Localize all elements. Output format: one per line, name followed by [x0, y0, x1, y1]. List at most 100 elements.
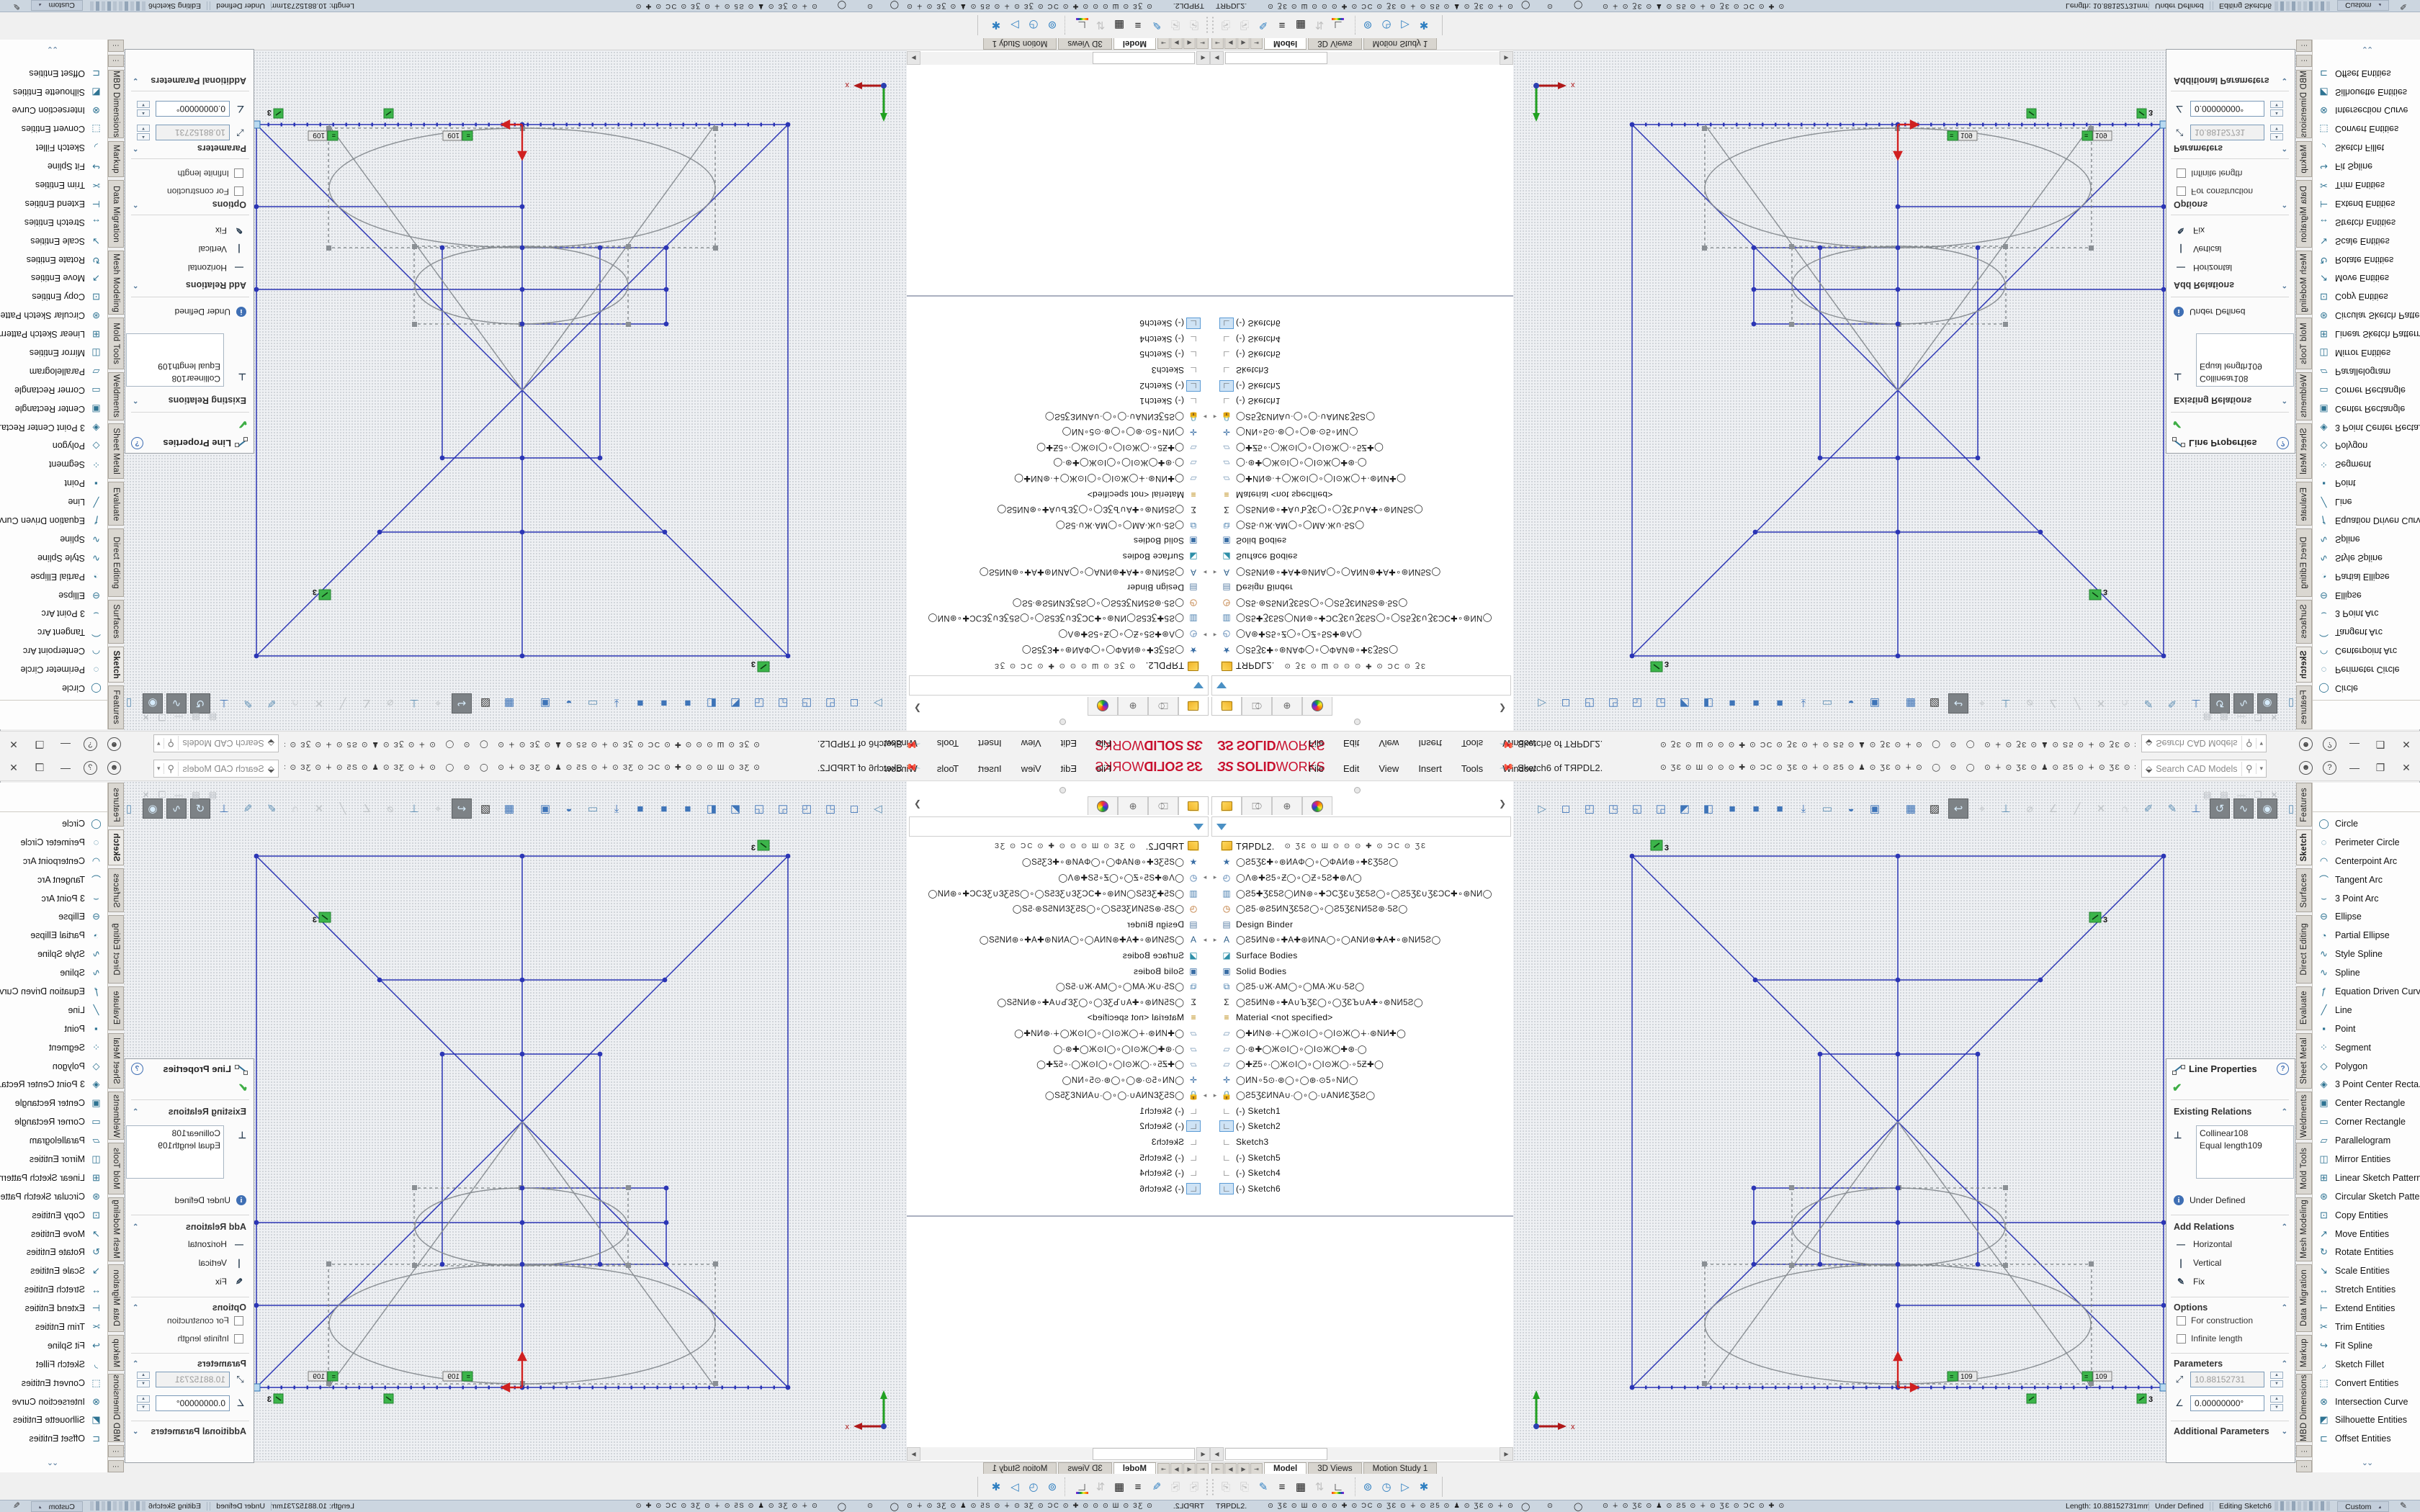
tree-item[interactable]: ✛◯ИΝ∘5⊙∙⊛◯∘◯⊛∙⊙5∘ΝИ◯ [1210, 1072, 1513, 1088]
view-toolbar-icon[interactable]: ▦ [1901, 798, 1921, 819]
spinner-up-icon[interactable]: ▲ [2270, 109, 2283, 117]
parameter-value-field[interactable]: 10.88152731 [156, 1372, 230, 1387]
view-toolbar-icon[interactable]: ◧ [702, 798, 722, 819]
tree-item[interactable]: ∟(-) Sketch1 [1210, 1103, 1513, 1119]
collapse-chevron-icon[interactable]: ⌃ [2282, 200, 2287, 208]
tool-item-segment[interactable]: ⁘Segment [2313, 455, 2420, 474]
command-tab--[interactable]: ⋮ [108, 40, 124, 52]
spinner-up-icon[interactable]: ▲ [2270, 1372, 2283, 1379]
tree-item[interactable]: ▱◯✚Ƶ5∘∙◯Ж⊙Ι◯∘◯Ι⊙Ж◯∙∘5Ƶ✚◯ [907, 440, 1210, 456]
search-dropdown-icon[interactable]: ▾ [154, 763, 164, 774]
tool-item-perimeter-circle[interactable]: ◌Perimeter Circle [0, 660, 107, 679]
sketch-ellipse-small[interactable] [1792, 1188, 2005, 1266]
child-minimize-icon[interactable]: — [2237, 712, 2246, 722]
tree-item[interactable]: ∟(-) Sketch1 [1210, 393, 1513, 409]
tree-item[interactable]: ▤Design Binder [907, 917, 1210, 932]
tool-item-perimeter-circle[interactable]: ◌Perimeter Circle [0, 833, 107, 852]
scroll-right-icon[interactable]: ▶ [907, 1447, 920, 1461]
doc-tab-motion-study-1[interactable]: Motion Study 1 [983, 1462, 1057, 1475]
tree-item[interactable]: ◷◯Ƨ5∙⊛Ƨ5ИΝƷƐ5Ƨ◯∘◯Ƨ5ƷƐΝИ5Ƨ⊛∙5Ƨ◯ [907, 595, 1210, 611]
tree-item[interactable]: ◷◯Ƨ5∙⊛Ƨ5ИΝƷƐ5Ƨ◯∘◯Ƨ5ƷƐΝИ5Ƨ⊛∙5Ƨ◯ [1210, 595, 1513, 611]
tree-item[interactable]: ∟Sketch3 [907, 1134, 1210, 1150]
tree-item[interactable]: ▥◯Ƨ5✚ƷƐ5Ƨ◯ИΝ⊛∘✚ƆCƷƐ∪ƷƐ5Ƨ◯∘◯Ƨ5ƷƐ∪ƷƐƆC✚∘⊛Ν… [1210, 886, 1513, 901]
view-toolbar-icon[interactable]: ◰ [1579, 693, 1600, 714]
parameter-value-field[interactable]: 10.88152731 [156, 125, 230, 140]
tool-item-parallelogram[interactable]: ▱Parallelogram [0, 362, 107, 381]
command-tab--[interactable]: ⋮ [2296, 40, 2312, 52]
doc-tab-model[interactable]: Model [1264, 1462, 1307, 1475]
tool-item-equation-driven-curve[interactable]: ƒEquation Driven Curve [2313, 511, 2420, 530]
tool-item-convert-entities[interactable]: ⬚Convert Entities [0, 1374, 107, 1392]
tree-item[interactable]: ▸🔒◯Ƨ5ƷƐИΝА∪∙◯∘◯∙∪АΝИƐƷ5Ƨ◯ [907, 1088, 1210, 1104]
tree-item[interactable]: ∟(-) Sketch4 [1210, 331, 1513, 347]
bottom-toolbar-icon[interactable]: ≡ [1274, 1478, 1290, 1495]
view-toolbar-icon[interactable]: ◩ [725, 693, 745, 714]
tree-item[interactable]: ▱◯✚Ƶ5∘∙◯Ж⊙Ι◯∘◯Ι⊙Ж◯∙∘5Ƶ✚◯ [1210, 1056, 1513, 1072]
command-tab-markup[interactable]: Markup [108, 1335, 124, 1371]
command-tab--[interactable]: ⋮ [2296, 55, 2312, 67]
units-dropdown[interactable]: Custom▴ [2337, 0, 2389, 11]
bottom-toolbar-icon[interactable]: ⇅ [1093, 17, 1108, 34]
relations-listbox[interactable]: Collinear108Equal length109 [126, 1125, 224, 1179]
view-toolbar-icon[interactable]: ◱ [1627, 693, 1647, 714]
tool-item-mirror-entities[interactable]: ◫Mirror Entities [2313, 343, 2420, 362]
view-toolbar-icon[interactable]: ◉ [2257, 798, 2277, 819]
search-box[interactable]: ⬙ Search CAD Models ⚲ ▾ [2141, 760, 2267, 778]
checkbox-icon[interactable] [2177, 187, 2186, 197]
tree-item[interactable]: ≡Material <not specified> [907, 487, 1210, 503]
view-toolbar-icon[interactable]: ◰ [820, 693, 841, 714]
collapse-chevron-icon[interactable]: ⌃ [2282, 1360, 2287, 1368]
tab-nav-icon[interactable]: ⇥ [1157, 1463, 1170, 1475]
tree-split-divider[interactable] [1210, 295, 1513, 297]
doc-tab-3d-views[interactable]: 3D Views [1308, 1462, 1361, 1475]
tree-item[interactable]: ∟(-) Sketch6 [1210, 315, 1513, 331]
view-toolbar-icon[interactable]: ▭ [583, 693, 603, 714]
command-tab-weldments[interactable]: Weldments [2296, 372, 2312, 420]
command-tab--[interactable]: ⋮ [108, 1460, 124, 1472]
tool-item-3-point-center-recta-[interactable]: ◈3 Point Center Recta... [2313, 1075, 2420, 1094]
command-tab-direct-editing[interactable]: Direct Editing [2296, 915, 2312, 983]
spinner-buttons[interactable]: ▲▼ [137, 101, 150, 117]
menu-edit[interactable]: Edit [1343, 763, 1359, 774]
tab-configurationmanager[interactable]: ⊕ [1118, 697, 1148, 716]
view-toolbar-icon[interactable]: ∠ [2043, 693, 2063, 714]
tool-item-circle[interactable]: ◯Circle [2313, 679, 2420, 698]
collapse-chevron-icon[interactable]: ⌃ [133, 200, 138, 208]
tree-filter-input[interactable] [1231, 819, 1510, 834]
option-for-construction[interactable]: For construction [167, 1315, 243, 1326]
tree-item[interactable]: ⧉◯Ƨ5∙∪Ж∙АΜ◯∘◯ΜА∙Ж∪∙5Ƨ◯ [1210, 518, 1513, 534]
command-tab--[interactable]: ⋮ [108, 1445, 124, 1457]
search-dropdown-icon[interactable]: ▾ [154, 738, 164, 749]
tab-displaymanager[interactable] [1302, 796, 1332, 815]
tab-displaymanager[interactable] [1302, 697, 1332, 716]
tree-item[interactable]: ≡Material <not specified> [1210, 487, 1513, 503]
tool-item-trim-entities[interactable]: ✂Trim Entities [2313, 1318, 2420, 1336]
panel-help-icon[interactable]: ? [131, 437, 143, 449]
command-tab-mold-tools[interactable]: Mold Tools [108, 318, 124, 369]
tab-featuremanager[interactable] [1211, 796, 1242, 815]
scrollbar-thumb[interactable] [1225, 1448, 1327, 1460]
parameter-value-field[interactable]: 0.00000000° [2190, 1395, 2264, 1411]
scroll-left-icon[interactable]: ◀ [1196, 1447, 1210, 1461]
menu-tools[interactable]: Tools [1461, 739, 1483, 750]
tool-item-circular-sketch-pattern[interactable]: ⊛Circular Sketch Pattern [2313, 306, 2420, 325]
bottom-toolbar-icon[interactable]: ▷ [1007, 1478, 1023, 1495]
tree-item[interactable]: ▸🔒◯Ƨ5ƷƐИΝА∪∙◯∘◯∙∪АΝИƐƷ5Ƨ◯ [1210, 1088, 1513, 1104]
tool-item-copy-entities[interactable]: ⊡Copy Entities [0, 287, 107, 306]
close-button[interactable]: ✕ [6, 759, 22, 776]
view-toolbar-icon[interactable]: ⌖ [428, 798, 448, 819]
close-button[interactable]: ✕ [2398, 736, 2414, 753]
tab-propertymanager[interactable]: ⎄ [1148, 697, 1178, 716]
bottom-toolbar-icon[interactable]: ⊚ [1360, 1478, 1376, 1495]
relation-badge-2[interactable]: 3 [2089, 912, 2107, 924]
tree-item[interactable]: Σ◯Ƨ5ИΝ⊛∘✚А∪ЪƷƐ◯∘◯ƷƐЪ∪А✚∘⊛ΝИ5Ƨ◯ [907, 994, 1210, 1010]
dimension-tag-2[interactable]: = 109 [2082, 1372, 2112, 1381]
expand-arrow-icon[interactable]: ▸ [1210, 1092, 1220, 1099]
command-tab-surfaces[interactable]: Surfaces [108, 600, 124, 644]
bottom-toolbar-icon[interactable]: ∟ [1074, 1478, 1090, 1495]
tab-propertymanager[interactable]: ⎄ [1148, 796, 1178, 815]
tool-item-offset-entities[interactable]: ⊏Offset Entities [0, 64, 107, 83]
bottom-toolbar-icon[interactable]: ⊚ [1360, 17, 1376, 34]
construction-triangle-left[interactable] [1705, 1122, 1898, 1387]
bottom-toolbar-icon[interactable]: ✱ [988, 17, 1004, 34]
